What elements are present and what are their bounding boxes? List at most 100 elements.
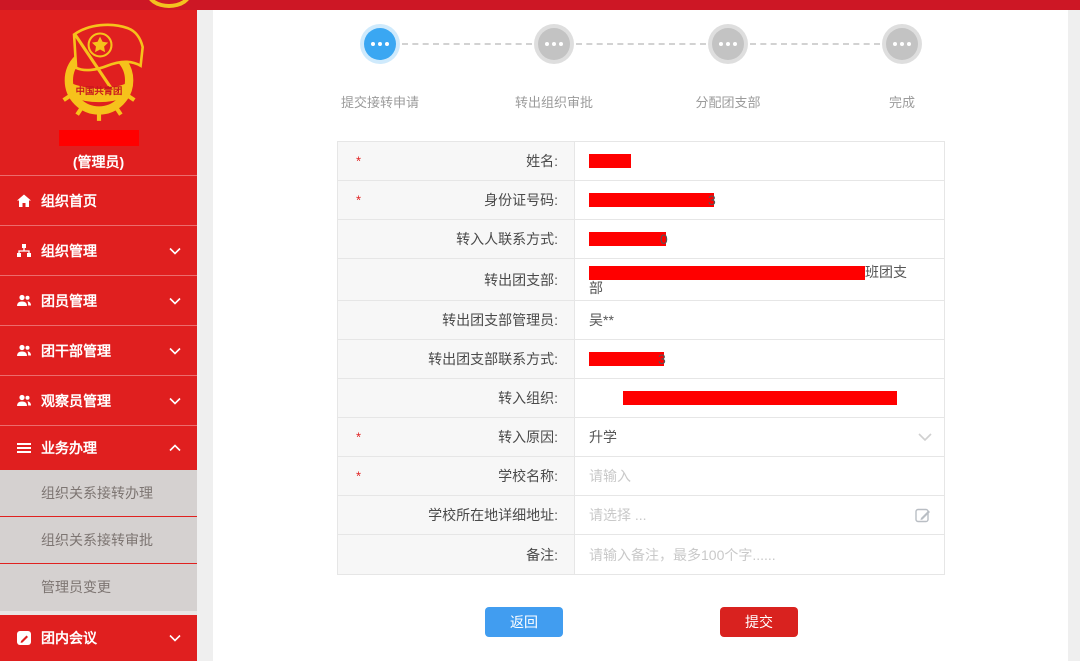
users-icon (16, 343, 32, 359)
back-button[interactable]: 返回 (485, 607, 563, 637)
step-1-circle (360, 24, 400, 64)
field-label: 转入组织: (338, 379, 575, 417)
step-3-circle (708, 24, 748, 64)
contact-value: 0 (575, 220, 944, 258)
user-name-redacted (59, 130, 139, 146)
form-row-out-branch-admin: 转出团支部管理员: 吴** (338, 301, 944, 340)
sidebar-item-label: 团员管理 (41, 291, 97, 311)
chevron-up-icon (169, 444, 181, 452)
reason-select[interactable]: 升学 (575, 418, 944, 456)
required-marker: * (356, 154, 361, 169)
form-row-school-address: 学校所在地详细地址: (338, 496, 944, 535)
form-row-out-branch-contact: 转出团支部联系方式: 3 (338, 340, 944, 379)
value-suffix-line2: 部 (589, 280, 603, 296)
redacted-value (623, 391, 897, 405)
sidebar-item-label: 组织管理 (41, 241, 97, 261)
step-4-label: 完成 (822, 92, 982, 111)
in-org-value (575, 379, 944, 417)
step-4-circle (882, 24, 922, 64)
value-suffix: 班团支 (865, 264, 907, 280)
transfer-form: * 姓名: * 身份证号码: 3 转入人联系方式: 0 (337, 141, 945, 575)
required-marker: * (356, 430, 361, 445)
edit-address-icon[interactable] (915, 507, 932, 524)
field-label: 转出团支部: (338, 259, 575, 300)
sidebar-item-member-manage[interactable]: 团员管理 (0, 275, 197, 325)
home-icon (16, 193, 32, 209)
field-label: 转出团支部联系方式: (338, 340, 575, 378)
sidebar-item-label: 团干部管理 (41, 341, 111, 361)
field-label: 转入人联系方式: (338, 220, 575, 258)
emblem-banner-text: 中国共青团 (75, 85, 122, 96)
list-icon (16, 440, 32, 456)
form-row-reason: * 转入原因: 升学 (338, 418, 944, 457)
field-label: * 姓名: (338, 142, 575, 180)
league-emblem: 中国共青团 (0, 10, 197, 128)
sidebar-item-org-manage[interactable]: 组织管理 (0, 225, 197, 275)
submit-button[interactable]: 提交 (720, 607, 798, 637)
business-submenu: 组织关系接转办理 组织关系接转审批 管理员变更 (0, 470, 197, 611)
id-number-value: 3 (575, 181, 944, 219)
sidebar-item-label: 团内会议 (41, 628, 97, 648)
transfer-stepper: 提交接转申请 转出组织审批 分配团支部 完成 (213, 10, 1068, 120)
required-marker: * (356, 193, 361, 208)
chevron-down-icon (169, 247, 181, 255)
main-content: 提交接转申请 转出组织审批 分配团支部 完成 * 姓名: * 身份证号码: 3 (213, 10, 1068, 661)
value-suffix: 0 (660, 231, 668, 247)
form-row-contact: 转入人联系方式: 0 (338, 220, 944, 259)
step-1-label: 提交接转申请 (300, 92, 460, 111)
top-bar (0, 0, 1080, 10)
form-row-name: * 姓名: (338, 142, 944, 181)
ellipsis-icon (712, 28, 744, 60)
form-row-in-org: 转入组织: (338, 379, 944, 418)
ellipsis-icon (364, 28, 396, 60)
redacted-value (589, 266, 865, 280)
submenu-item-transfer-approve[interactable]: 组织关系接转审批 (0, 517, 197, 564)
sidebar-item-cadre-manage[interactable]: 团干部管理 (0, 325, 197, 375)
form-row-remarks: 备注: (338, 535, 944, 574)
chevron-down-icon (918, 433, 932, 442)
step-connector (402, 43, 532, 45)
step-connector (750, 43, 880, 45)
out-branch-contact-value: 3 (575, 340, 944, 378)
field-label: * 转入原因: (338, 418, 575, 456)
chevron-down-icon (169, 297, 181, 305)
redacted-value (589, 232, 666, 246)
profile-section: 中国共青团 (管理员) (0, 10, 197, 175)
sidebar-item-meetings[interactable]: 团内会议 (0, 615, 197, 661)
chevron-down-icon (169, 397, 181, 405)
step-3-label: 分配团支部 (648, 92, 808, 111)
users-icon (16, 293, 32, 309)
school-name-input[interactable] (589, 468, 930, 484)
remarks-input[interactable] (589, 547, 930, 563)
ellipsis-icon (538, 28, 570, 60)
scrollbar-track[interactable] (1068, 10, 1080, 661)
sidebar-item-observer-manage[interactable]: 观察员管理 (0, 375, 197, 425)
name-value (575, 142, 944, 180)
out-branch-value: 班团支 部 (575, 259, 944, 300)
step-2-label: 转出组织审批 (474, 92, 634, 111)
form-row-out-branch: 转出团支部: 班团支 部 (338, 259, 944, 301)
redacted-value (589, 154, 631, 168)
role-label: (管理员) (0, 152, 197, 172)
submenu-item-admin-change[interactable]: 管理员变更 (0, 564, 197, 611)
out-branch-admin-value: 吴** (575, 301, 944, 339)
sidebar-item-label: 组织首页 (41, 191, 97, 211)
header-logo-icon (146, 0, 192, 8)
sidebar: 中国共青团 (管理员) 组织首页 组织管理 团员管理 (0, 10, 197, 661)
field-label: 学校所在地详细地址: (338, 496, 575, 534)
redacted-value (589, 193, 714, 207)
value-suffix: 3 (658, 351, 666, 367)
required-marker: * (356, 469, 361, 484)
field-label: 备注: (338, 535, 575, 574)
school-address-input[interactable] (589, 507, 930, 523)
chevron-down-icon (169, 347, 181, 355)
sidebar-item-business[interactable]: 业务办理 (0, 425, 197, 470)
sidebar-item-org-home[interactable]: 组织首页 (0, 175, 197, 225)
submenu-item-transfer-handle[interactable]: 组织关系接转办理 (0, 470, 197, 517)
form-row-school-name: * 学校名称: (338, 457, 944, 496)
users-icon (16, 393, 32, 409)
sitemap-icon (16, 243, 32, 259)
step-connector (576, 43, 706, 45)
sidebar-item-label: 业务办理 (41, 438, 97, 458)
redacted-value (589, 352, 664, 366)
